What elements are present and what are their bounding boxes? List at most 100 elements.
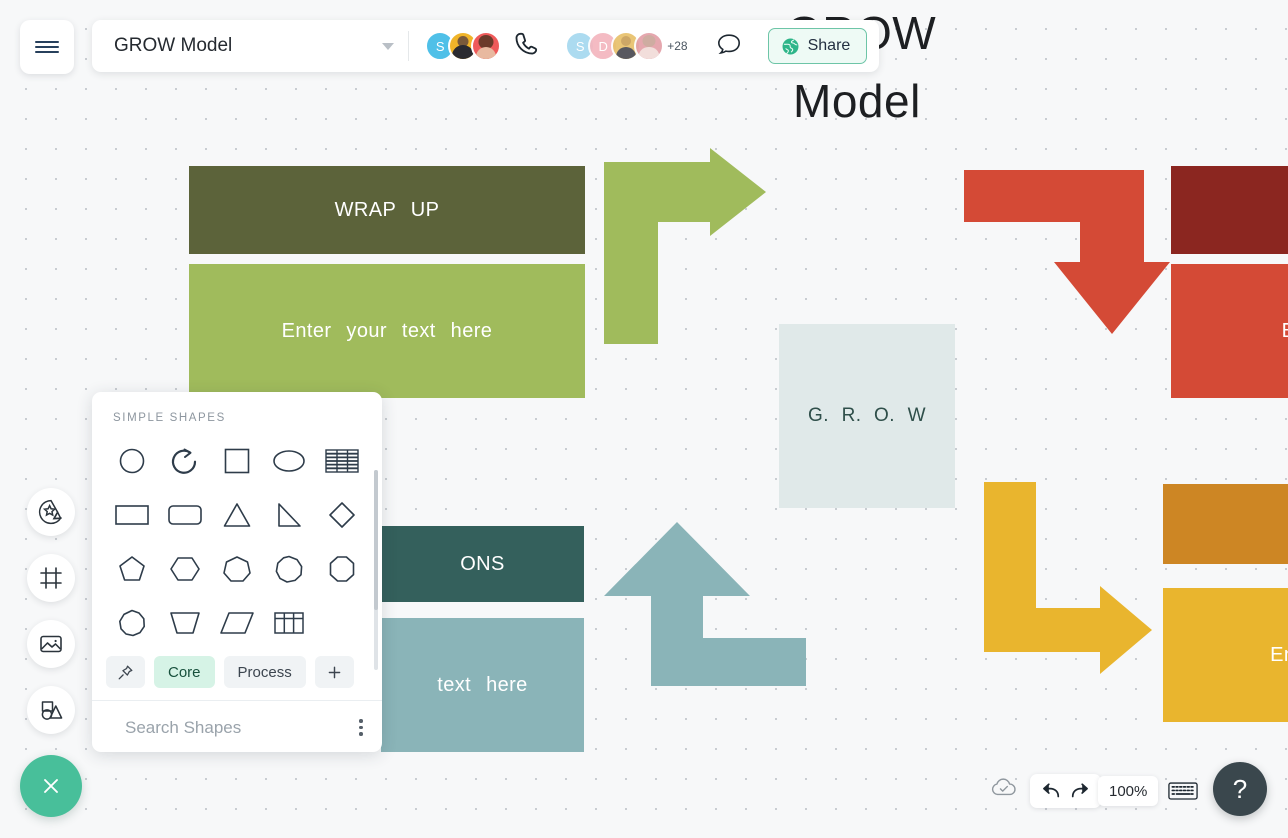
- cloud-saved-icon: [991, 778, 1016, 796]
- tag-core[interactable]: Core: [154, 656, 215, 688]
- search-input[interactable]: [125, 717, 346, 738]
- redo-button[interactable]: [1069, 781, 1091, 801]
- image-icon: [40, 635, 62, 653]
- undo-button[interactable]: [1040, 781, 1062, 801]
- shape-item-table-grid[interactable]: [263, 600, 315, 646]
- red-arrow-icon[interactable]: [960, 166, 1170, 336]
- shape-item-arc-arrow[interactable]: [158, 438, 210, 484]
- frame-icon: [40, 567, 62, 589]
- tag-add-category[interactable]: [314, 656, 354, 688]
- heptagon-icon: [223, 556, 251, 582]
- share-button[interactable]: Share: [767, 28, 868, 64]
- nonagon-icon: [275, 555, 303, 583]
- app-window: GROW Model WRAP UP Enter your text here …: [0, 0, 1288, 838]
- top-toolbar: GROW Model S S D +28 Share: [92, 20, 880, 72]
- avatar[interactable]: [634, 31, 665, 61]
- shape-item-decagon[interactable]: [106, 600, 158, 646]
- avatar[interactable]: [471, 31, 502, 61]
- zoom-level[interactable]: 100%: [1098, 776, 1159, 806]
- image-tool-button[interactable]: [27, 620, 75, 668]
- tag-process[interactable]: Process: [223, 656, 306, 688]
- shape-label: WRAP UP: [334, 198, 440, 221]
- diamond-icon: [328, 502, 355, 528]
- shape-item-octagon[interactable]: [316, 546, 368, 592]
- keyboard-shortcuts-button[interactable]: [1168, 780, 1198, 807]
- tag-pinned[interactable]: [106, 656, 145, 688]
- shape-item-diamond[interactable]: [316, 492, 368, 538]
- right-triangle-icon: [278, 503, 302, 527]
- shape-item-heptagon[interactable]: [211, 546, 263, 592]
- shape-item-square[interactable]: [211, 438, 263, 484]
- rectangle-icon: [115, 505, 149, 525]
- shapes-panel: SIMPLE SHAPES Core Process Search Shapes: [92, 392, 382, 752]
- shape-item-circle[interactable]: [106, 438, 158, 484]
- shape-label: G. R. O. W: [808, 405, 926, 426]
- octagon-icon: [329, 556, 355, 582]
- shape-item-ellipse[interactable]: [263, 438, 315, 484]
- shapes-icon: [41, 701, 63, 720]
- shape-item-parallelogram[interactable]: [211, 600, 263, 646]
- trapezoid-icon: [169, 612, 200, 634]
- chevron-down-icon[interactable]: [382, 42, 395, 50]
- shape-item-rounded-rectangle[interactable]: [158, 492, 210, 538]
- yellow-arrow-icon[interactable]: [980, 478, 1160, 678]
- shape-options[interactable]: ONS: [381, 526, 584, 602]
- avatar-initial: S: [575, 38, 585, 54]
- table-grid-icon: [274, 612, 305, 634]
- shape-grow-center[interactable]: G. R. O. W: [779, 324, 955, 508]
- panel-scrollbar[interactable]: [374, 470, 378, 670]
- kebab-menu-icon[interactable]: [359, 719, 363, 736]
- shape-item-pentagon[interactable]: [106, 546, 158, 592]
- rounded-rectangle-icon: [167, 505, 202, 525]
- pin-icon: [118, 665, 133, 679]
- close-icon: [44, 779, 58, 793]
- hexagon-icon: [169, 557, 200, 581]
- shape-teal-text-box[interactable]: text here: [381, 618, 584, 752]
- shape-item-empty: [316, 600, 368, 646]
- shape-orange-header[interactable]: [1163, 484, 1288, 564]
- divider: [408, 31, 410, 61]
- shape-grid: [92, 424, 382, 670]
- shape-label: Ente: [1282, 320, 1288, 343]
- sticker-tool-button[interactable]: [27, 488, 75, 536]
- shape-item-right-triangle[interactable]: [263, 492, 315, 538]
- redo-icon: [1071, 783, 1088, 798]
- green-arrow-icon[interactable]: [600, 148, 770, 348]
- shape-item-hexagon[interactable]: [158, 546, 210, 592]
- comments-button[interactable]: [716, 32, 742, 61]
- shape-item-nonagon[interactable]: [263, 546, 315, 592]
- shapes-tool-button[interactable]: [27, 686, 75, 734]
- close-panel-button[interactable]: [20, 755, 82, 817]
- shape-category-tags: Core Process: [92, 646, 382, 700]
- help-label: ?: [1232, 773, 1248, 804]
- canvas-title-line2[interactable]: Model: [793, 74, 921, 128]
- avatar-overflow-count[interactable]: +28: [667, 39, 687, 53]
- shape-label: Enter: [1270, 643, 1288, 666]
- comment-icon: [717, 33, 740, 54]
- plus-icon: [328, 666, 341, 678]
- parallelogram-icon: [220, 612, 254, 634]
- menu-button[interactable]: [20, 20, 74, 74]
- phone-call-button[interactable]: [513, 31, 539, 62]
- help-button[interactable]: ?: [1213, 762, 1267, 816]
- shape-dark-red-header[interactable]: [1171, 166, 1288, 254]
- phone-icon: [515, 32, 538, 54]
- globe-icon: [782, 38, 799, 54]
- save-status-button[interactable]: [990, 776, 1018, 803]
- frame-tool-button[interactable]: [27, 554, 75, 602]
- document-title[interactable]: GROW Model: [114, 35, 232, 57]
- shape-red-text-box[interactable]: Ente: [1171, 264, 1288, 398]
- triangle-icon: [223, 503, 251, 527]
- shape-item-table-striped[interactable]: [316, 438, 368, 484]
- shape-green-text-box[interactable]: Enter your text here: [189, 264, 585, 398]
- shape-yellow-text-box[interactable]: Enter: [1163, 588, 1288, 722]
- teal-arrow-icon[interactable]: [604, 518, 814, 686]
- keyboard-icon: [1168, 782, 1198, 800]
- shape-wrap-up[interactable]: WRAP UP: [189, 166, 585, 254]
- shape-item-rectangle-wide[interactable]: [106, 492, 158, 538]
- shape-label: ONS: [460, 552, 505, 575]
- shape-item-trapezoid[interactable]: [158, 600, 210, 646]
- decagon-icon: [119, 609, 146, 637]
- shape-label: Enter your text here: [281, 319, 493, 342]
- shape-item-triangle[interactable]: [211, 492, 263, 538]
